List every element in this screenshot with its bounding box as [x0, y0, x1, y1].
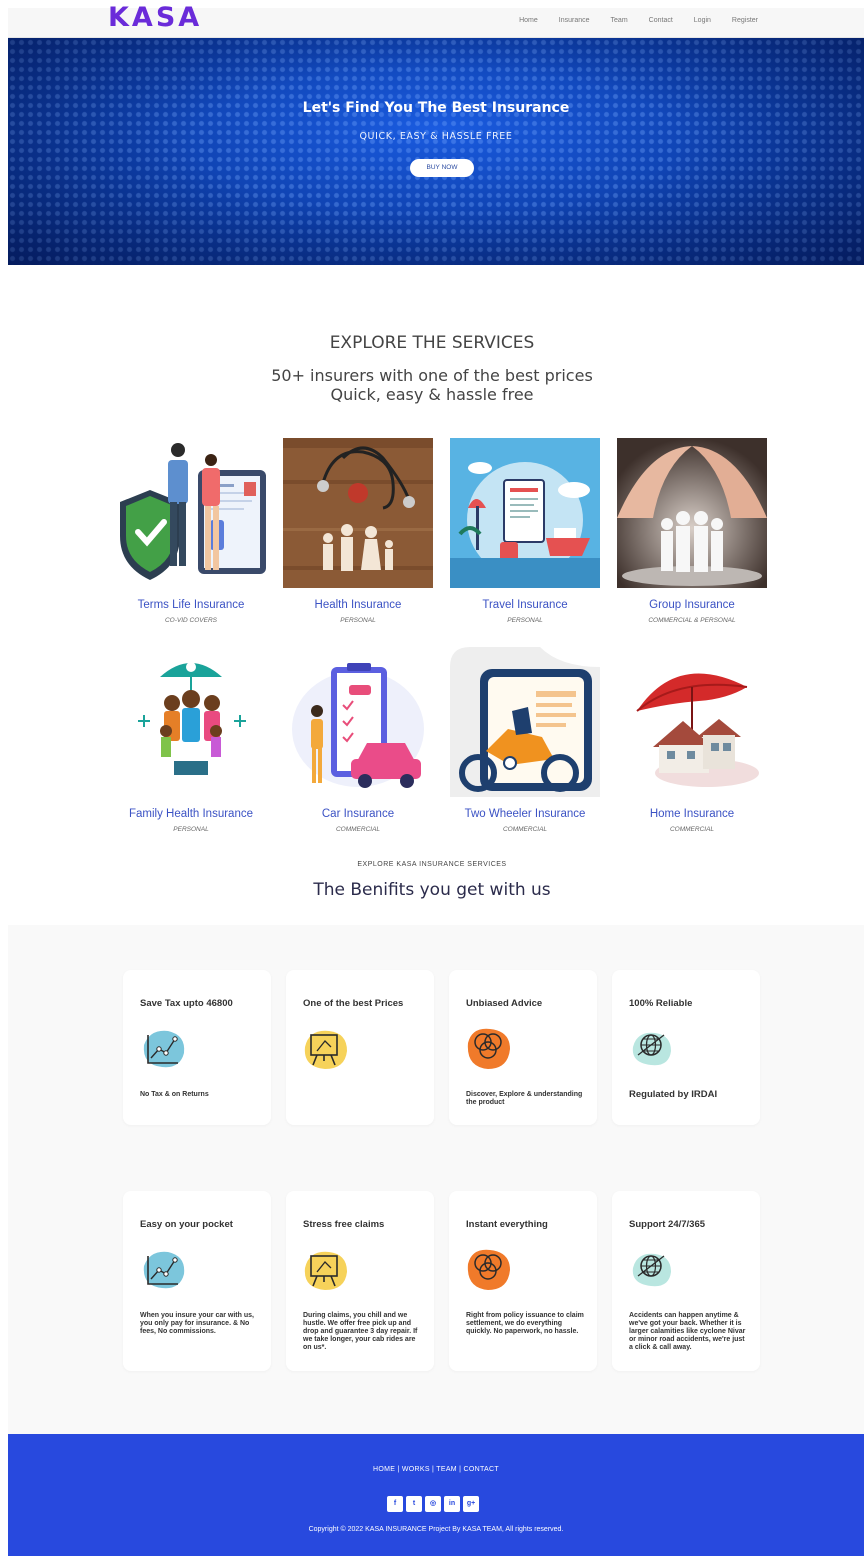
navbar: KASA Home Insurance Team Contact Login R… — [8, 2, 864, 38]
nav-login[interactable]: Login — [694, 17, 711, 24]
benefit-title: Unbiased Advice — [466, 998, 543, 1009]
footer: HOME | WORKS | TEAM | CONTACT f t ◎ in g… — [8, 1434, 864, 1556]
hero-title: Let's Find You The Best Insurance — [302, 100, 570, 116]
venn-circles-icon — [466, 1248, 512, 1292]
benefit-text: No Tax & on Returns — [140, 1091, 209, 1098]
venn-circles-icon — [466, 1027, 512, 1071]
car-clipboard-illustration — [283, 647, 433, 797]
chart-icon — [140, 1027, 186, 1071]
service-name[interactable]: Group Insurance — [617, 599, 767, 611]
service-name[interactable]: Home Insurance — [617, 808, 767, 820]
benefit-text: Regulated by IRDAI — [629, 1089, 718, 1100]
explore-title: EXPLORE THE SERVICES — [329, 333, 535, 353]
benefit-text: Discover, Explore & understanding the pr… — [466, 1091, 583, 1106]
service-tag: COMMERCIAL — [335, 826, 381, 833]
benefit-card: Instant everything Right from policy iss… — [449, 1191, 597, 1371]
service-name[interactable]: Terms Life Insurance — [116, 599, 266, 611]
nav-contact[interactable]: Contact — [649, 17, 673, 24]
benefit-title: Instant everything — [466, 1219, 548, 1230]
benefit-text: During claims, you chill and we hustle. … — [303, 1312, 418, 1351]
benefit-card: Stress free claims During claims, you ch… — [286, 1191, 434, 1371]
service-card-term-life[interactable]: Terms Life Insurance CO-VID COVERS — [116, 438, 266, 624]
service-tag: PERSONAL — [340, 617, 376, 624]
presentation-board-icon — [303, 1248, 349, 1292]
service-tag: COMMERCIAL & PERSONAL — [648, 617, 736, 624]
benefit-card: Unbiased Advice Discover, Explore & unde… — [449, 970, 597, 1125]
service-card-car[interactable]: Car Insurance COMMERCIAL — [283, 647, 433, 833]
service-name[interactable]: Car Insurance — [283, 808, 433, 820]
service-card-home[interactable]: Home Insurance COMMERCIAL — [617, 647, 767, 833]
chart-icon — [140, 1248, 186, 1292]
benefit-title: Save Tax upto 46800 — [140, 998, 233, 1009]
nav-team[interactable]: Team — [611, 17, 628, 24]
twitter-icon[interactable]: t — [406, 1496, 422, 1512]
linkedin-icon[interactable]: in — [444, 1496, 460, 1512]
copyright: Copyright © 2022 KASA INSURANCE Project … — [308, 1526, 564, 1533]
service-card-travel[interactable]: Travel Insurance PERSONAL — [450, 438, 600, 624]
explore-subtitle-line2: Quick, easy & hassle free — [330, 385, 534, 404]
service-tag: COMMERCIAL — [669, 826, 715, 833]
social-links: f t ◎ in g+ — [387, 1496, 479, 1512]
benefit-text: Right from policy issuance to claim sett… — [466, 1312, 584, 1335]
house-umbrella-photo — [617, 647, 767, 797]
travel-illustration — [450, 438, 600, 588]
service-name[interactable]: Family Health Insurance — [116, 808, 266, 820]
benefit-card: Easy on your pocket When you insure your… — [123, 1191, 271, 1371]
footer-links[interactable]: HOME | WORKS | TEAM | CONTACT — [8, 1466, 864, 1473]
benefits-kicker: EXPLORE KASA INSURANCE SERVICES — [357, 861, 507, 868]
benefit-title: Easy on your pocket — [140, 1219, 233, 1230]
nav-home[interactable]: Home — [519, 17, 538, 24]
family-shield-illustration — [116, 438, 266, 588]
facebook-icon[interactable]: f — [387, 1496, 403, 1512]
service-card-group[interactable]: Group Insurance COMMERCIAL & PERSONAL — [617, 438, 767, 624]
nav-register[interactable]: Register — [732, 17, 758, 24]
hero-banner: Let's Find You The Best Insurance QUICK,… — [8, 38, 864, 265]
service-tag: CO-VID COVERS — [164, 617, 217, 624]
hands-protecting-people-photo — [617, 438, 767, 588]
benefit-text: Accidents can happen anytime & we've got… — [629, 1312, 746, 1351]
benefit-card: Save Tax upto 46800 No Tax & on Returns — [123, 970, 271, 1125]
service-tag: PERSONAL — [173, 826, 209, 833]
benefit-title: One of the best Prices — [303, 998, 404, 1009]
benefit-card: 100% Reliable Regulated by IRDAI — [612, 970, 760, 1125]
explore-subtitle-line1: 50+ insurers with one of the best prices — [271, 366, 593, 385]
service-tag: PERSONAL — [507, 617, 543, 624]
instagram-icon[interactable]: ◎ — [425, 1496, 441, 1512]
presentation-board-icon — [303, 1027, 349, 1071]
stethoscope-family-photo — [283, 438, 433, 588]
benefit-card: Support 24/7/365 Accidents can happen an… — [612, 1191, 760, 1371]
service-tag: COMMERCIAL — [502, 826, 548, 833]
benefits-title: The Benifits you get with us — [313, 880, 551, 900]
globe-icon — [629, 1027, 675, 1071]
benefit-title: Support 24/7/365 — [629, 1219, 706, 1230]
family-umbrella-illustration — [116, 647, 266, 797]
benefit-card: One of the best Prices — [286, 970, 434, 1125]
google-plus-icon[interactable]: g+ — [463, 1496, 479, 1512]
service-name[interactable]: Health Insurance — [283, 599, 433, 611]
buy-now-button[interactable]: BUY NOW — [410, 159, 474, 177]
logo[interactable]: KASA — [108, 2, 202, 33]
service-card-health[interactable]: Health Insurance PERSONAL — [283, 438, 433, 624]
hero-subtitle: QUICK, EASY & HASSLE FREE — [359, 131, 513, 142]
benefit-title: 100% Reliable — [629, 998, 693, 1009]
service-card-two-wheeler[interactable]: Two Wheeler Insurance COMMERCIAL — [450, 647, 600, 833]
motorbike-illustration — [450, 647, 600, 797]
service-name[interactable]: Travel Insurance — [450, 599, 600, 611]
globe-icon — [629, 1248, 675, 1292]
benefit-text: When you insure your car with us, you on… — [140, 1312, 254, 1335]
service-name[interactable]: Two Wheeler Insurance — [450, 808, 600, 820]
benefit-title: Stress free claims — [303, 1219, 385, 1230]
nav-insurance[interactable]: Insurance — [559, 17, 590, 24]
nav-links: Home Insurance Team Contact Login Regist… — [498, 17, 758, 24]
service-card-family-health[interactable]: Family Health Insurance PERSONAL — [116, 647, 266, 833]
explore-subtitle: 50+ insurers with one of the best prices… — [0, 366, 864, 404]
